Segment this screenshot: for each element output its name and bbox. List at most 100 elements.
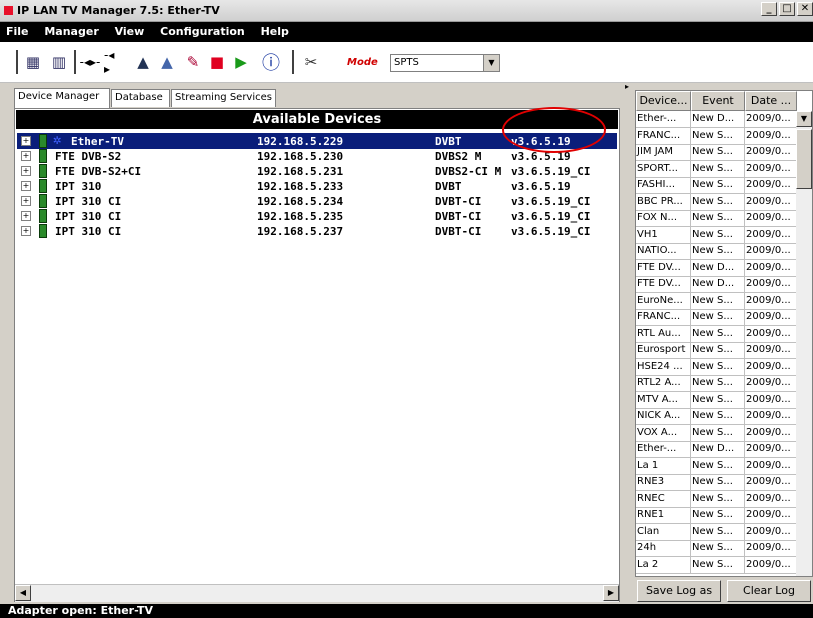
log-header-date[interactable]: Date ... — [745, 91, 797, 111]
log-cell: 2009/0... — [745, 243, 797, 260]
device-row[interactable]: + IPT 310 CI 192.168.5.234 DVBT-CI v3.6.5.19… — [17, 193, 617, 209]
horizontal-scrollbar[interactable]: ◀ ▶ — [15, 584, 619, 602]
scroll-left-icon[interactable]: ◀ — [15, 585, 31, 601]
connect-icon[interactable]: -◂▸- — [80, 52, 101, 72]
log-cell: New S... — [691, 523, 745, 541]
menu-view[interactable]: View — [109, 22, 151, 38]
tab-database[interactable]: Database — [111, 89, 170, 107]
log-row[interactable]: RTL2 A... New S... 2009/0... — [636, 375, 797, 392]
device-row[interactable]: + FTE DVB-S2+CI 192.168.5.231 DVBS2-CI M v3.… — [17, 163, 617, 179]
play-icon[interactable]: ▶ — [232, 52, 250, 72]
log-cell: HSE24 ... — [636, 358, 691, 376]
log-row[interactable]: JIM JAM New S... 2009/0... — [636, 144, 797, 161]
log-row[interactable]: BBC PR... New S... 2009/0... — [636, 193, 797, 211]
log-row[interactable]: VH1 New S... 2009/0... — [636, 226, 797, 244]
log-row[interactable]: Clan New S... 2009/0... — [636, 523, 797, 541]
log-cell: 2009/0... — [745, 523, 797, 541]
info-icon[interactable]: ⓘ — [258, 52, 284, 74]
expand-icon[interactable]: + — [21, 166, 31, 176]
menu-manager[interactable]: Manager — [38, 22, 104, 38]
log-cell: NATIO... — [636, 243, 691, 260]
device-ip: 192.168.5.234 — [257, 195, 344, 208]
log-row[interactable]: VOX A... New S... 2009/0... — [636, 424, 797, 442]
log-cell: 2009/0... — [745, 111, 797, 128]
log-row[interactable]: NATIO... New S... 2009/0... — [636, 243, 797, 260]
log-row[interactable]: FRANC... New S... 2009/0... — [636, 309, 797, 326]
clear-log-button[interactable]: Clear Log — [727, 580, 811, 602]
log-row[interactable]: FTE DV... New D... 2009/0... — [636, 259, 797, 277]
expand-icon[interactable]: + — [21, 211, 31, 221]
expand-icon[interactable]: + — [21, 136, 31, 146]
log-row[interactable]: SPORT... New S... 2009/0... — [636, 160, 797, 178]
log-row[interactable]: HSE24 ... New S... 2009/0... — [636, 358, 797, 376]
log-cell: New S... — [691, 540, 745, 557]
device-type: DVBT-CI — [435, 195, 482, 208]
log-row[interactable]: NICK A... New S... 2009/0... — [636, 408, 797, 425]
expand-icon[interactable]: + — [21, 181, 31, 191]
scroll-right-icon[interactable]: ▶ — [603, 585, 619, 601]
log-row[interactable]: 24h New S... 2009/0... — [636, 540, 797, 557]
menu-help[interactable]: Help — [255, 22, 295, 38]
log-row[interactable]: RTL Au... New S... 2009/0... — [636, 325, 797, 343]
scroll-thumb[interactable] — [796, 129, 812, 189]
device-type: DVBS2 M — [435, 150, 482, 163]
mode-select[interactable]: SPTS ▼ — [390, 54, 500, 72]
splitter[interactable]: ▸ — [625, 82, 633, 602]
device-row[interactable]: + IPT 310 CI 192.168.5.235 DVBT-CI v3.6.5.19… — [17, 208, 617, 224]
menu-configuration[interactable]: Configuration — [154, 22, 251, 38]
log-cell: New D... — [691, 111, 745, 128]
log-row[interactable]: RNEC New S... 2009/0... — [636, 490, 797, 508]
device-name: Ether-TV — [71, 135, 124, 148]
log-header: Device... Event Date ... — [636, 91, 797, 111]
scroll-down-icon[interactable]: ▼ — [796, 111, 812, 127]
log-row[interactable]: La 2 New S... 2009/0... — [636, 556, 797, 574]
log-row[interactable]: Ether-... New D... 2009/0... — [636, 441, 797, 458]
log-cell: La 1 — [636, 457, 691, 475]
maximize-button[interactable]: □ — [779, 2, 795, 16]
device-row[interactable]: + FTE DVB-S2 192.168.5.230 DVBS2 Mv3.6.5.19 — [17, 148, 617, 164]
device-row[interactable]: + IPT 310 192.168.5.233 DVBT v3.6.5.19 — [17, 178, 617, 194]
log-row[interactable]: FRANC... New S... 2009/0... — [636, 127, 797, 145]
log-cell: Eurosport — [636, 342, 691, 359]
minimize-button[interactable]: _ — [761, 2, 777, 16]
up-icon[interactable]: ▲ — [134, 52, 152, 72]
device-icon[interactable]: ▦ — [22, 52, 44, 72]
disconnect-icon[interactable]: -◂ ▸ — [104, 48, 124, 76]
log-cell: New S... — [691, 358, 745, 376]
menu-file[interactable]: File — [0, 22, 35, 38]
save-log-button[interactable]: Save Log as — [637, 580, 721, 602]
device-ip: 192.168.5.230 — [257, 150, 344, 163]
log-row[interactable]: RNE3 New S... 2009/0... — [636, 474, 797, 491]
close-button[interactable]: ✕ — [797, 2, 813, 16]
device-icon — [39, 134, 47, 148]
expand-icon[interactable]: + — [21, 151, 31, 161]
log-row[interactable]: EuroNe... New S... 2009/0... — [636, 292, 797, 310]
log-row[interactable]: FASHI... New S... 2009/0... — [636, 177, 797, 194]
log-cell: 2009/0... — [745, 309, 797, 326]
expand-icon[interactable]: + — [21, 196, 31, 206]
settings-icon[interactable]: ✂ — [298, 52, 324, 72]
log-cell: RNEC — [636, 490, 691, 508]
log-row[interactable]: FTE DV... New D... 2009/0... — [636, 276, 797, 293]
up-alt-icon[interactable]: ▲ — [158, 52, 176, 72]
log-row[interactable]: La 1 New S... 2009/0... — [636, 457, 797, 475]
tools-icon[interactable]: ✎ — [182, 52, 204, 72]
log-header-device[interactable]: Device... — [636, 91, 691, 111]
log-row[interactable]: FOX N... New S... 2009/0... — [636, 210, 797, 227]
tab-device-manager[interactable]: Device Manager — [14, 88, 110, 108]
log-cell: New S... — [691, 309, 745, 326]
stop-icon[interactable]: ■ — [208, 52, 226, 72]
log-row[interactable]: Eurosport New S... 2009/0... — [636, 342, 797, 359]
vertical-scrollbar[interactable]: ▲ ▼ — [796, 111, 812, 576]
log-cell: 2009/0... — [745, 292, 797, 310]
log-row[interactable]: MTV A... New S... 2009/0... — [636, 391, 797, 409]
tab-streaming-services[interactable]: Streaming Services — [171, 89, 276, 107]
chevron-down-icon[interactable]: ▼ — [483, 55, 499, 71]
log-row[interactable]: RNE1 New S... 2009/0... — [636, 507, 797, 524]
device-row[interactable]: + IPT 310 CI 192.168.5.237 DVBT-CI v3.6.5.19… — [17, 223, 617, 239]
device-type: DVBT — [435, 135, 462, 148]
log-header-event[interactable]: Event — [691, 91, 745, 111]
device-add-icon[interactable]: ▥ — [48, 52, 70, 72]
expand-icon[interactable]: + — [21, 226, 31, 236]
log-row[interactable]: Ether-... New D... 2009/0... — [636, 111, 797, 128]
